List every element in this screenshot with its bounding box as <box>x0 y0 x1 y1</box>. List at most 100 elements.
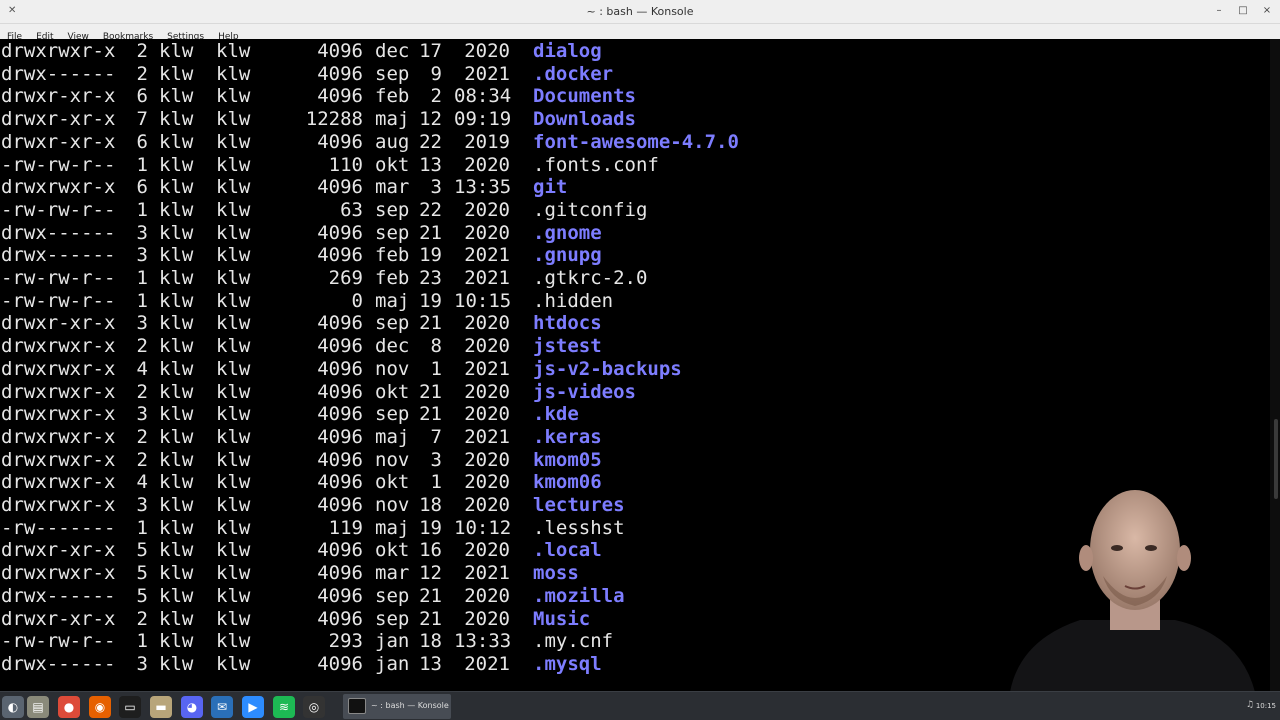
file-name: font-awesome-4.7.0 <box>533 130 739 153</box>
link-count: 3 <box>136 244 148 267</box>
permissions: drwxr-xr-x <box>1 312 116 335</box>
time-or-year: 2020 <box>464 448 510 471</box>
folder-icon[interactable]: ▬ <box>150 696 172 718</box>
permissions: drwx------ <box>1 652 116 675</box>
file-name: Downloads <box>533 108 636 131</box>
owner: klw <box>159 198 194 221</box>
link-count: 2 <box>136 448 148 471</box>
permissions: -rw-rw-r-- <box>1 267 116 289</box>
volume-icon[interactable]: ♫ <box>1246 700 1254 710</box>
month: sep <box>375 62 410 85</box>
owner: klw <box>159 425 194 448</box>
group: klw <box>216 221 251 244</box>
file-size: 4096 <box>317 494 363 516</box>
file-name: .keras <box>533 425 602 448</box>
time-or-year: 2020 <box>464 403 510 426</box>
group: klw <box>216 198 251 221</box>
listing-row: drwx------ 2 klw klw 4096 sep 9 2021 .docker <box>0 63 1280 86</box>
day: 21 <box>419 403 442 426</box>
file-name: lectures <box>533 494 625 516</box>
owner: klw <box>159 221 194 244</box>
owner: klw <box>159 403 194 426</box>
owner: klw <box>159 539 194 562</box>
terminal-scrollbar[interactable] <box>1270 39 1280 691</box>
task-button-label: ~ : bash — Konsole <box>371 701 449 710</box>
spotify-icon[interactable]: ≋ <box>273 696 295 718</box>
permissions: drwxrwxr-x <box>1 403 116 426</box>
link-count: 1 <box>136 289 148 312</box>
month: maj <box>375 108 410 131</box>
permissions: drwxr-xr-x <box>1 539 116 562</box>
link-count: 1 <box>136 153 148 176</box>
time-or-year: 2020 <box>464 40 510 62</box>
link-count: 7 <box>136 108 148 131</box>
listing-row: drwxrwxr-x 2 klw klw 4096 dec 8 2020 jstest <box>0 335 1280 358</box>
thunderbird-icon[interactable]: ✉ <box>211 696 233 718</box>
permissions: -rw-rw-r-- <box>1 198 116 221</box>
scrollbar-thumb[interactable] <box>1274 419 1278 499</box>
obs-icon[interactable]: ◎ <box>303 696 325 718</box>
permissions: drwxrwxr-x <box>1 471 116 494</box>
file-size: 4096 <box>317 40 363 62</box>
owner: klw <box>159 652 194 675</box>
close-button[interactable]: × <box>1260 4 1274 18</box>
window-titlebar[interactable]: ✕ ~ : bash — Konsole – □ × <box>0 0 1280 24</box>
link-count: 3 <box>136 652 148 675</box>
presenter-image <box>1010 490 1255 692</box>
task-button-konsole[interactable]: ~ : bash — Konsole <box>343 694 451 719</box>
listing-row: drwxr-xr-x 6 klw klw 4096 feb 2 08:34 Documents <box>0 85 1280 108</box>
group: klw <box>216 630 251 653</box>
permissions: drwxrwxr-x <box>1 425 116 448</box>
link-count: 4 <box>136 357 148 380</box>
permissions: drwxrwxr-x <box>1 380 116 403</box>
file-name: .gtkrc-2.0 <box>533 267 648 289</box>
file-size: 4096 <box>317 244 363 267</box>
link-count: 3 <box>136 221 148 244</box>
group: klw <box>216 584 251 607</box>
chrome-icon[interactable]: ● <box>58 696 80 718</box>
month: mar <box>375 562 410 585</box>
owner: klw <box>159 494 194 516</box>
file-size: 4096 <box>317 176 363 199</box>
group: klw <box>216 176 251 199</box>
group: klw <box>216 312 251 335</box>
link-count: 2 <box>136 380 148 403</box>
application-menu-icon[interactable]: ◐ <box>2 696 24 718</box>
listing-row: drwxrwxr-x 2 klw klw 4096 maj 7 2021 .keras <box>0 426 1280 449</box>
terminal-icon[interactable]: ▭ <box>119 696 141 718</box>
clock[interactable]: 10:15 <box>1256 702 1276 710</box>
discord-icon[interactable]: ◕ <box>181 696 203 718</box>
group: klw <box>216 335 251 358</box>
day: 2 <box>430 85 442 108</box>
month: okt <box>375 539 410 562</box>
maximize-button[interactable]: □ <box>1236 4 1250 18</box>
minimize-button[interactable]: – <box>1212 4 1226 18</box>
firefox-icon[interactable]: ◉ <box>89 696 111 718</box>
link-count: 1 <box>136 267 148 289</box>
file-manager-icon[interactable]: ▤ <box>27 696 49 718</box>
day: 13 <box>419 652 442 675</box>
group: klw <box>216 516 251 539</box>
file-name: .lesshst <box>533 516 625 539</box>
owner: klw <box>159 62 194 85</box>
time-or-year: 2020 <box>464 335 510 358</box>
time-or-year: 2020 <box>464 584 510 607</box>
file-size: 63 <box>340 198 363 221</box>
file-size: 0 <box>351 289 363 312</box>
file-size: 4096 <box>317 539 363 562</box>
file-size: 119 <box>328 516 363 539</box>
group: klw <box>216 471 251 494</box>
day: 17 <box>419 40 442 62</box>
link-count: 2 <box>136 607 148 630</box>
file-name: js-videos <box>533 380 636 403</box>
zoom-icon[interactable]: ▶ <box>242 696 264 718</box>
file-size: 4096 <box>317 562 363 585</box>
group: klw <box>216 40 251 62</box>
link-count: 5 <box>136 539 148 562</box>
listing-row: drwxr-xr-x 3 klw klw 4096 sep 21 2020 htdocs <box>0 312 1280 335</box>
group: klw <box>216 267 251 289</box>
permissions: -rw-rw-r-- <box>1 289 116 312</box>
link-count: 5 <box>136 562 148 585</box>
group: klw <box>216 425 251 448</box>
taskbar: ~ : bash — Konsole ♫ 10:15 ◐ ▤ ● ◉ ▭ ▬ ◕ ✉ ▶ ≋ ◎ <box>0 691 1280 720</box>
